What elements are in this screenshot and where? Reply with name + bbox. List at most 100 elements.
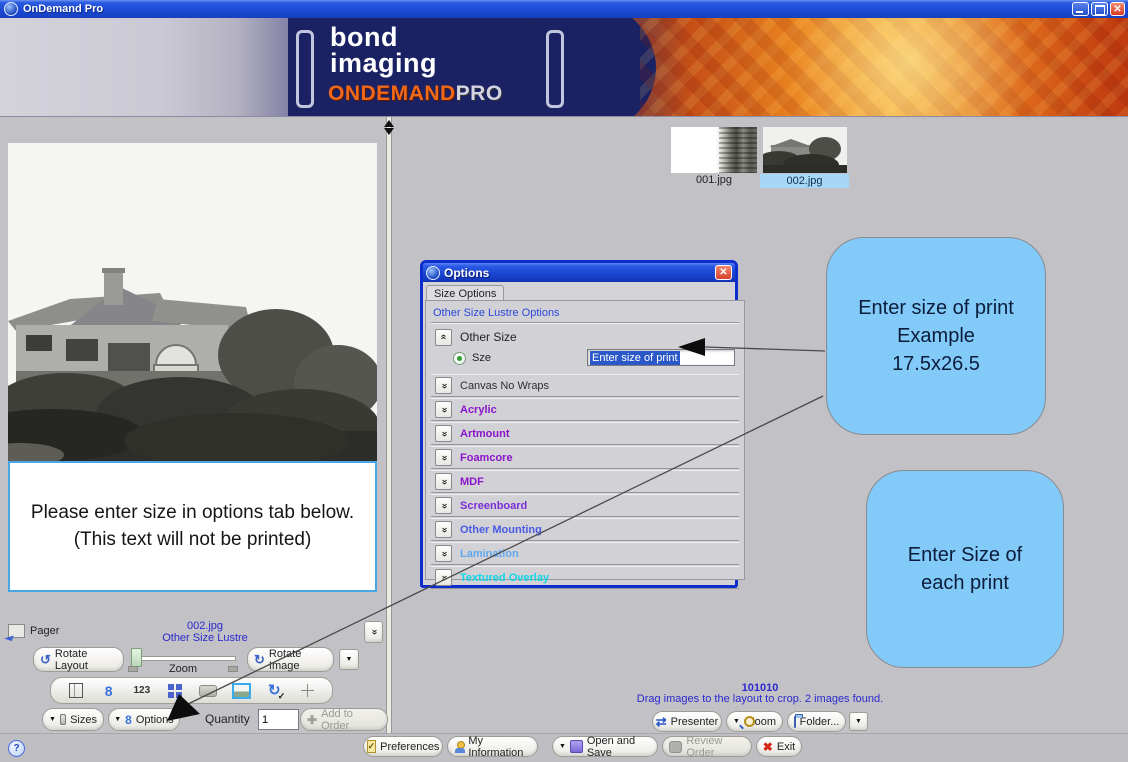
maximize-button[interactable] (1091, 2, 1108, 16)
sizes-button[interactable]: ▼ Sizes (42, 708, 104, 731)
expand-section-button[interactable]: » (435, 401, 452, 418)
expand-section-button[interactable]: » (435, 521, 452, 538)
thumbnail-001[interactable] (671, 127, 757, 173)
exit-button[interactable]: ✖ Exit (756, 736, 802, 757)
crop-frame-tool-button[interactable] (65, 680, 87, 702)
banner-navy-curve (506, 18, 656, 117)
expand-section-button[interactable]: » (435, 497, 452, 514)
callout1-line2: Example (897, 322, 975, 350)
size-radio-row: Sze Enter size of print (431, 347, 739, 369)
rotate-image-button[interactable]: ↻ Rotate Image (247, 647, 334, 672)
section-acrylic: » Acrylic (431, 398, 739, 421)
size-radio[interactable] (453, 352, 466, 365)
splitter-collapse-icon[interactable] (384, 120, 394, 135)
review-order-icon (669, 741, 682, 753)
splitter-arrow-down-icon (384, 128, 394, 135)
expand-section-button[interactable]: » (435, 449, 452, 466)
viewer-dropdown-button[interactable]: ▼ (849, 712, 868, 731)
check-icon: ✓ (278, 691, 286, 702)
chevron-double-up-icon: » (439, 334, 449, 340)
add-to-order-label: Add to Order (321, 708, 381, 732)
quantity-label: Quantity (205, 712, 250, 726)
status-message: Drag images to the layout to crop. 2 ima… (540, 693, 980, 705)
zoom-button[interactable]: ▼ Zoom (726, 711, 783, 732)
options-dialog: Options ✕ Size Options Other Size Lustre… (420, 260, 738, 588)
folder-label: Folder... (800, 716, 840, 728)
rotate-image-dropdown-button[interactable]: ▼ (339, 649, 359, 670)
add-to-order-button[interactable]: ✚ Add to Order (300, 708, 388, 731)
numbering-tool-button[interactable]: 123 (131, 680, 153, 702)
expand-section-button[interactable]: » (435, 569, 452, 586)
center-tool-button[interactable] (296, 680, 318, 702)
layout-preview-image[interactable] (8, 143, 377, 461)
chevron-double-down-icon: » (439, 431, 449, 437)
close-button[interactable]: ✕ (1110, 2, 1125, 16)
rotate-layout-button[interactable]: ↺ Rotate Layout (33, 647, 124, 672)
brand-line1: bond (330, 24, 437, 50)
house-photo (8, 143, 377, 461)
options-group-header: Other Size Lustre Options (431, 305, 739, 323)
thumbnail-002-label[interactable]: 002.jpg (760, 174, 849, 188)
exit-icon: ✖ (763, 741, 773, 753)
folder-button[interactable]: Folder... (787, 711, 846, 732)
stretch-icon (199, 685, 217, 697)
help-button[interactable]: ? (8, 740, 25, 757)
preferences-icon: ✓ (367, 740, 377, 753)
app-icon (4, 2, 18, 16)
callout1-line3: 17.5x26.5 (892, 350, 980, 378)
review-order-button[interactable]: Review Order (662, 736, 752, 757)
crosshair-icon (301, 684, 314, 697)
open-and-save-label: Open and Save (587, 735, 651, 759)
section-label: Textured Overlay (460, 572, 549, 584)
dropdown-arrow-icon: ▼ (855, 718, 862, 725)
sizes-label: Sizes (70, 714, 97, 726)
review-order-label: Review Order (686, 735, 745, 759)
size-input[interactable]: Enter size of print (587, 349, 735, 366)
zoom-slider-track[interactable] (131, 656, 236, 661)
presenter-button[interactable]: ⇄ Presenter (652, 711, 722, 732)
current-size-label: Other Size Lustre (120, 632, 290, 644)
preferences-button[interactable]: ✓ Preferences (363, 736, 443, 757)
grid-layout-tool-button[interactable] (164, 680, 186, 702)
open-and-save-button[interactable]: ▼ Open and Save (552, 736, 658, 757)
rotate-layout-label: Rotate Layout (55, 648, 117, 672)
expand-section-button[interactable]: » (435, 473, 452, 490)
refresh-tool-button[interactable]: ↻ ✓ (263, 680, 285, 702)
minimize-button[interactable] (1072, 2, 1089, 16)
panel-splitter[interactable] (386, 117, 392, 735)
close-icon: ✕ (1111, 3, 1124, 15)
section-label: Screenboard (460, 500, 527, 512)
my-information-label: My Information (468, 735, 531, 759)
section-label: Foamcore (460, 452, 513, 464)
section-label: Other Mounting (460, 524, 542, 536)
section-mdf: » MDF (431, 470, 739, 493)
my-information-button[interactable]: My Information (447, 736, 538, 757)
product-logo: ONDEMANDPRO (328, 82, 503, 106)
options-dialog-titlebar[interactable]: Options ✕ (423, 263, 735, 282)
pager-collapse-button[interactable]: » (364, 621, 383, 643)
quantity-input[interactable] (258, 709, 299, 730)
section-label: Canvas No Wraps (460, 380, 549, 392)
chevron-double-down-icon: » (439, 383, 449, 389)
single-image-tool-button[interactable]: 8 (98, 680, 120, 702)
figure-icon: 8 (105, 683, 113, 699)
expand-section-button[interactable]: » (435, 545, 452, 562)
options-close-button[interactable]: ✕ (715, 265, 732, 280)
thumbnail-001-label[interactable]: 001.jpg (671, 174, 757, 186)
thumbnail-002[interactable] (763, 127, 847, 173)
crop-frame-icon (69, 683, 83, 698)
expand-section-button[interactable]: » (435, 377, 452, 394)
section-label: Lamination (460, 548, 519, 560)
fit-image-tool-button[interactable] (230, 680, 252, 702)
collapse-other-size-button[interactable]: » (435, 329, 452, 346)
brand-banner: bond imaging ONDEMANDPRO (0, 18, 1128, 117)
options-button[interactable]: ▼ 8 Options (108, 708, 180, 731)
plus-icon: ✚ (307, 714, 317, 726)
expand-section-button[interactable]: » (435, 425, 452, 442)
section-other-mounting: » Other Mounting (431, 518, 739, 541)
section-other-size: » Other Size (431, 327, 739, 347)
dropdown-arrow-icon: ▼ (49, 716, 56, 723)
stretch-tool-button[interactable] (197, 680, 219, 702)
chevron-double-down-icon: » (439, 527, 449, 533)
options-section-list: » Canvas No Wraps » Acrylic » Artmount »… (431, 374, 739, 589)
